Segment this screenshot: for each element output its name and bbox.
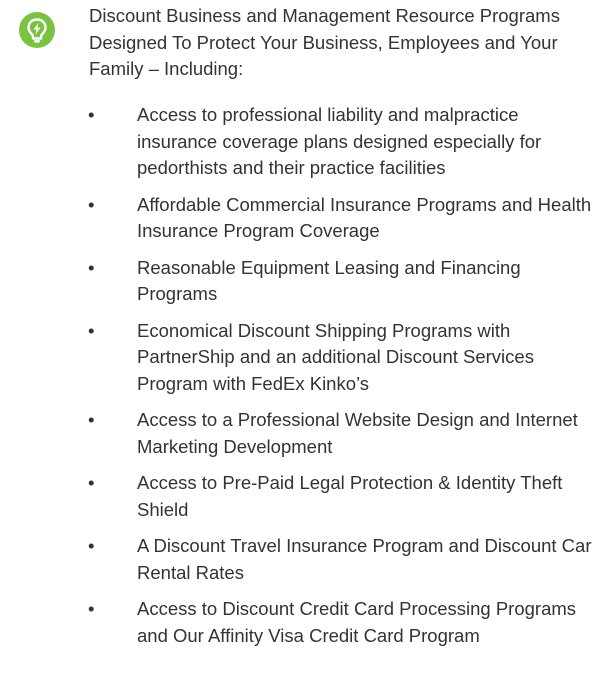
list-item-text: Access to Discount Credit Card Processin… — [137, 598, 577, 646]
list-item: • Access to Pre-Paid Legal Protection & … — [0, 470, 597, 523]
list-item-text: Economical Discount Shipping Programs wi… — [137, 319, 534, 394]
bullet: • — [88, 598, 95, 619]
list-item-text: Access to a Professional Website Design … — [137, 409, 578, 457]
list-item-text: Access to professional liability and mal… — [137, 104, 542, 178]
list-item-text: Reasonable Equipment Leasing and Financi… — [137, 256, 521, 305]
feature-list: • Access to professional liability and m… — [0, 102, 597, 659]
bullet: • — [88, 193, 95, 215]
list-item: • A Discount Travel Insurance Program an… — [0, 533, 597, 586]
list-item-text: A Discount Travel Insurance Program and … — [137, 535, 592, 583]
list-item: • Affordable Commercial Insurance Progra… — [0, 192, 597, 245]
list-item: • Economical Discount Shipping Programs … — [0, 318, 597, 398]
list-item-text: Access to Pre-Paid Legal Protection & Id… — [137, 472, 563, 520]
intro-text: Discount Business and Management Resourc… — [89, 5, 560, 79]
bullet: • — [88, 535, 95, 556]
bullet: • — [88, 319, 95, 341]
bullet: • — [88, 409, 95, 430]
list-item: • Access to a Professional Website Desig… — [0, 407, 597, 460]
bullet: • — [88, 104, 95, 125]
bullet: • — [88, 472, 95, 493]
lightbulb-lightning-icon — [19, 12, 55, 48]
list-item-text: Affordable Commercial Insurance Programs… — [137, 193, 592, 242]
list-item: • Reasonable Equipment Leasing and Finan… — [0, 255, 597, 308]
list-item: • Access to Discount Credit Card Process… — [0, 596, 597, 649]
list-item: • Access to professional liability and m… — [0, 102, 597, 182]
bullet: • — [88, 256, 95, 278]
